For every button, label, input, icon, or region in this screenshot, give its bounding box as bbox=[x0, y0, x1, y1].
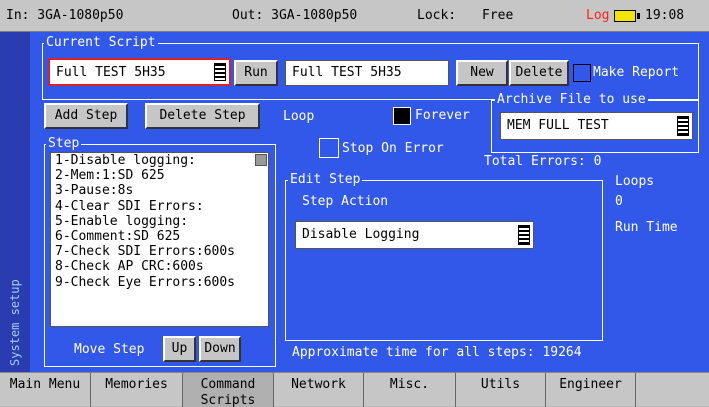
loop-label: Loop bbox=[283, 109, 315, 124]
step-action-value: Disable Logging bbox=[302, 227, 420, 242]
delete-button[interactable]: Delete bbox=[509, 60, 569, 86]
run-button[interactable]: Run bbox=[234, 60, 278, 86]
dropdown-icon bbox=[518, 225, 530, 245]
tab-network[interactable]: Network bbox=[274, 373, 364, 407]
list-item[interactable]: 9-Check Eye Errors:600s bbox=[51, 275, 268, 290]
tab-command-scripts[interactable]: Command Scripts bbox=[183, 373, 274, 407]
stop-on-error-label: Stop On Error bbox=[342, 141, 444, 156]
approx-time: Approximate time for all steps: 19264 bbox=[292, 345, 582, 360]
step-action-select[interactable]: Disable Logging bbox=[295, 221, 534, 249]
run-time-label: Run Time bbox=[615, 220, 678, 235]
sidebar-label: System setup bbox=[8, 279, 22, 366]
total-errors: Total Errors: 0 bbox=[484, 154, 602, 169]
sidebar: System setup bbox=[0, 32, 30, 372]
list-item[interactable]: 3-Pause:8s bbox=[51, 183, 268, 198]
forever-label: Forever bbox=[415, 108, 470, 123]
list-item[interactable]: 1-Disable logging: bbox=[51, 153, 268, 168]
tab-main-menu[interactable]: Main Menu bbox=[0, 373, 91, 407]
tab-engineer[interactable]: Engineer bbox=[546, 373, 636, 407]
tab-utils[interactable]: Utils bbox=[456, 373, 546, 407]
list-scroll-thumb[interactable] bbox=[255, 154, 267, 166]
battery-tip-icon bbox=[637, 13, 640, 19]
archive-file-value: MEM FULL TEST bbox=[507, 118, 609, 133]
move-step-label: Move Step bbox=[74, 342, 145, 357]
delete-step-button[interactable]: Delete Step bbox=[145, 103, 260, 129]
stop-on-error-checkbox[interactable] bbox=[319, 138, 339, 158]
list-item[interactable]: 4-Clear SDI Errors: bbox=[51, 199, 268, 214]
tab-memories[interactable]: Memories bbox=[91, 373, 183, 407]
step-group-title: Step bbox=[46, 136, 82, 151]
step-list[interactable]: 1-Disable logging: 2-Mem:1:SD 625 3-Paus… bbox=[50, 152, 269, 327]
output-format: Out: 3GA-1080p50 bbox=[232, 8, 358, 23]
make-report-label: Make Report bbox=[593, 65, 680, 80]
current-script-title: Current Script bbox=[44, 35, 158, 50]
lock-label: Lock: bbox=[417, 8, 457, 23]
list-item[interactable]: 8-Check AP CRC:600s bbox=[51, 259, 268, 274]
add-step-button[interactable]: Add Step bbox=[44, 103, 128, 129]
battery-icon bbox=[614, 10, 636, 22]
loops-value: 0 bbox=[615, 194, 623, 209]
main-panel: Current Script Full TEST 5H35 Run Full T… bbox=[30, 32, 709, 372]
script-select[interactable]: Full TEST 5H35 bbox=[48, 58, 231, 86]
script-name-input[interactable]: Full TEST 5H35 bbox=[285, 60, 449, 86]
make-report-checkbox[interactable] bbox=[573, 64, 591, 82]
clock-time: 19:08 bbox=[645, 8, 685, 23]
dropdown-icon bbox=[677, 116, 689, 136]
input-format: In: 3GA-1080p50 bbox=[6, 8, 124, 23]
new-button[interactable]: New bbox=[456, 60, 508, 86]
tab-bar: Main Menu Memories Command Scripts Netwo… bbox=[0, 372, 709, 407]
status-bar: In: 3GA-1080p50 Out: 3GA-1080p50 Lock: F… bbox=[0, 0, 709, 32]
loops-label: Loops bbox=[615, 174, 655, 189]
list-item[interactable]: 7-Check SDI Errors:600s bbox=[51, 244, 268, 259]
archive-title: Archive File to use bbox=[495, 92, 648, 107]
list-item[interactable]: 2-Mem:1:SD 625 bbox=[51, 168, 268, 183]
step-action-label: Step Action bbox=[302, 194, 389, 209]
script-select-value: Full TEST 5H35 bbox=[56, 65, 166, 80]
tab-misc[interactable]: Misc. bbox=[364, 373, 456, 407]
archive-file-select[interactable]: MEM FULL TEST bbox=[500, 112, 693, 140]
move-down-button[interactable]: Down bbox=[199, 336, 241, 362]
edit-step-title: Edit Step bbox=[288, 172, 363, 187]
list-item[interactable]: 6-Comment:SD 625 bbox=[51, 229, 268, 244]
move-up-button[interactable]: Up bbox=[163, 336, 196, 362]
dropdown-icon bbox=[214, 63, 226, 81]
forever-checkbox[interactable] bbox=[393, 107, 411, 125]
lock-value: Free bbox=[482, 8, 514, 23]
log-indicator: Log bbox=[586, 8, 610, 23]
list-item[interactable]: 5-Enable logging: bbox=[51, 214, 268, 229]
